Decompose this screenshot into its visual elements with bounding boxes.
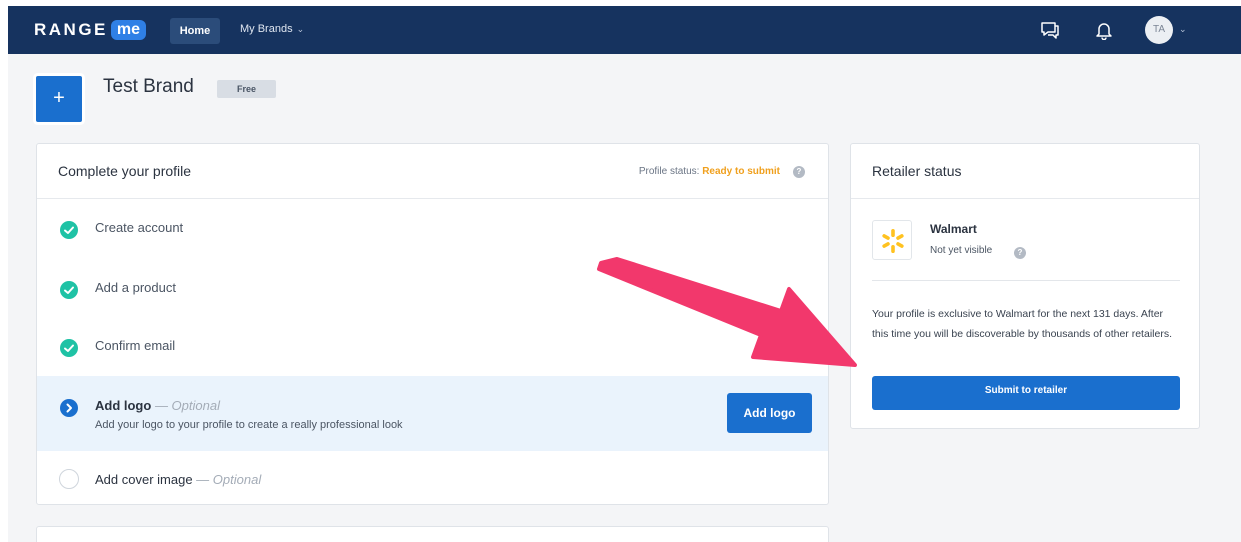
nav-my-brands-label: My Brands	[240, 23, 293, 35]
profile-status-label: Profile status:	[638, 166, 703, 177]
step-label: Add logo — Optional	[95, 398, 220, 413]
check-icon	[60, 221, 78, 239]
chevron-down-icon[interactable]: ⌄	[1179, 24, 1187, 35]
retailer-status-header: Retailer status	[851, 144, 1199, 199]
complete-profile-header: Complete your profile Profile status: Re…	[37, 144, 828, 199]
retailer-status-title: Retailer status	[872, 163, 962, 179]
check-icon	[60, 339, 78, 357]
retailer-name: Walmart	[930, 222, 977, 236]
divider	[872, 280, 1180, 281]
step-add-cover-image[interactable]: Add cover image — Optional	[37, 452, 828, 506]
nav-my-brands-menu[interactable]: My Brands ⌄	[240, 23, 304, 35]
add-brand-logo-button[interactable]: +	[36, 76, 82, 122]
arrow-annotation	[597, 257, 857, 367]
step-label: Confirm email	[95, 338, 176, 353]
app-window: RANGE me Home My Brands ⌄ TA ⌄ + Test Br…	[8, 6, 1241, 542]
step-create-account: Create account	[37, 200, 828, 258]
step-label-text: Add cover image	[95, 472, 193, 487]
walmart-spark-icon	[882, 229, 904, 253]
user-avatar[interactable]: TA	[1145, 16, 1173, 44]
exclusivity-description: Your profile is exclusive to Walmart for…	[872, 308, 1172, 340]
brand-name: Test Brand	[103, 76, 194, 97]
next-section-card	[36, 526, 829, 542]
profile-status-value: Ready to submit	[702, 166, 780, 177]
help-icon[interactable]: ?	[793, 166, 805, 178]
step-label-text: Add logo	[95, 398, 152, 413]
retailer-visibility: Not yet visible	[930, 245, 993, 256]
complete-profile-title: Complete your profile	[58, 163, 192, 179]
profile-status: Profile status: Ready to submit	[639, 166, 780, 177]
step-description: Add your logo to your profile to create …	[95, 419, 403, 431]
nav-home-tab[interactable]: Home	[170, 18, 220, 44]
logo-me-text: me	[110, 20, 147, 40]
walmart-logo	[872, 220, 912, 260]
submit-to-retailer-button[interactable]: Submit to retailer	[872, 376, 1180, 410]
optional-tag: — Optional	[192, 472, 262, 487]
chevron-down-icon: ⌄	[296, 23, 305, 34]
plan-badge: Free	[217, 80, 276, 98]
rangeme-logo[interactable]: RANGE me	[34, 19, 147, 41]
check-icon	[60, 281, 78, 299]
logo-range-text: RANGE	[34, 20, 108, 39]
chevron-right-icon	[60, 399, 78, 417]
retailer-status-card: Retailer status Walmart Not yet visible …	[850, 143, 1200, 429]
step-label: Create account	[95, 220, 184, 235]
step-label: Add cover image — Optional	[95, 472, 261, 487]
add-logo-button[interactable]: Add logo	[727, 393, 812, 433]
help-icon[interactable]: ?	[1014, 247, 1026, 259]
optional-tag: — Optional	[151, 398, 220, 413]
empty-circle-icon	[59, 469, 79, 489]
chat-icon[interactable]	[1040, 20, 1060, 40]
step-label: Add a product	[95, 280, 176, 295]
step-add-logo[interactable]: Add logo — Optional Add your logo to you…	[37, 376, 828, 451]
bell-icon[interactable]	[1094, 20, 1114, 40]
top-navbar: RANGE me Home My Brands ⌄ TA ⌄	[8, 6, 1241, 54]
